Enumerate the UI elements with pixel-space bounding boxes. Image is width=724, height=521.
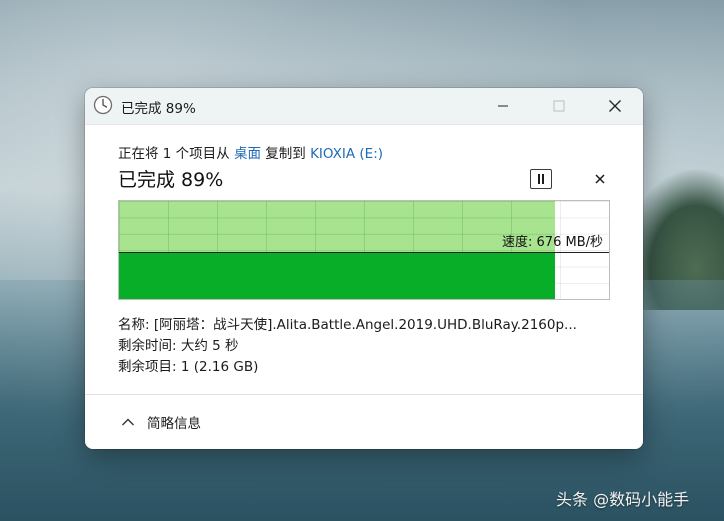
minimize-button[interactable]	[475, 88, 531, 124]
speed-label: 速度: 676 MB/秒	[502, 235, 603, 250]
file-name-row: 名称: [阿丽塔：战斗天使].Alita.Battle.Angel.2019.U…	[118, 315, 613, 336]
close-icon	[609, 100, 621, 112]
maximize-icon	[553, 100, 565, 112]
time-remaining-value: 大约 5 秒	[180, 338, 239, 354]
close-icon	[595, 174, 605, 184]
source-link[interactable]: 桌面	[234, 146, 261, 162]
items-remaining-row: 剩余项目: 1 (2.16 GB)	[118, 357, 613, 378]
file-name-value: [阿丽塔：战斗天使].Alita.Battle.Angel.2019.UHD.B…	[153, 317, 577, 333]
minimize-icon	[498, 105, 508, 107]
copy-progress-dialog: 已完成 89% 正在将 1 个项目从 桌面 复制到 KIOXIA (E:) 已完…	[85, 88, 643, 449]
time-remaining-row: 剩余时间: 大约 5 秒	[118, 336, 613, 357]
items-remaining-label: 剩余项目:	[118, 359, 177, 375]
close-window-button[interactable]	[587, 88, 643, 124]
cancel-button[interactable]	[590, 169, 610, 189]
file-name-label: 名称:	[118, 317, 150, 333]
items-remaining-value: 1 (2.16 GB)	[180, 359, 259, 375]
window-title: 已完成 89%	[121, 101, 196, 117]
transfer-speed-graph: 速度: 676 MB/秒	[118, 200, 610, 300]
watermark: 头条 @数码小能手	[556, 490, 690, 509]
destination-link[interactable]: KIOXIA (E:)	[310, 146, 383, 162]
dialog-footer: 简略信息	[85, 394, 643, 449]
time-remaining-label: 剩余时间:	[118, 338, 177, 354]
current-speed-line	[119, 252, 609, 253]
maximize-button[interactable]	[531, 88, 587, 124]
pause-button[interactable]	[530, 169, 552, 189]
fewer-details-button[interactable]: 简略信息	[121, 411, 201, 433]
transfer-details: 名称: [阿丽塔：战斗天使].Alita.Battle.Angel.2019.U…	[118, 315, 613, 378]
speed-history-fill	[119, 252, 555, 299]
chevron-up-icon	[122, 418, 134, 426]
fewer-details-label: 简略信息	[147, 416, 201, 432]
title-bar[interactable]: 已完成 89%	[85, 88, 643, 125]
clock-icon	[93, 95, 113, 115]
progress-headline: 已完成 89%	[118, 169, 224, 191]
desc-prefix: 正在将 1 个项目从	[118, 146, 230, 162]
desc-mid: 复制到	[265, 146, 306, 162]
transfer-description: 正在将 1 个项目从 桌面 复制到 KIOXIA (E:)	[118, 142, 383, 162]
